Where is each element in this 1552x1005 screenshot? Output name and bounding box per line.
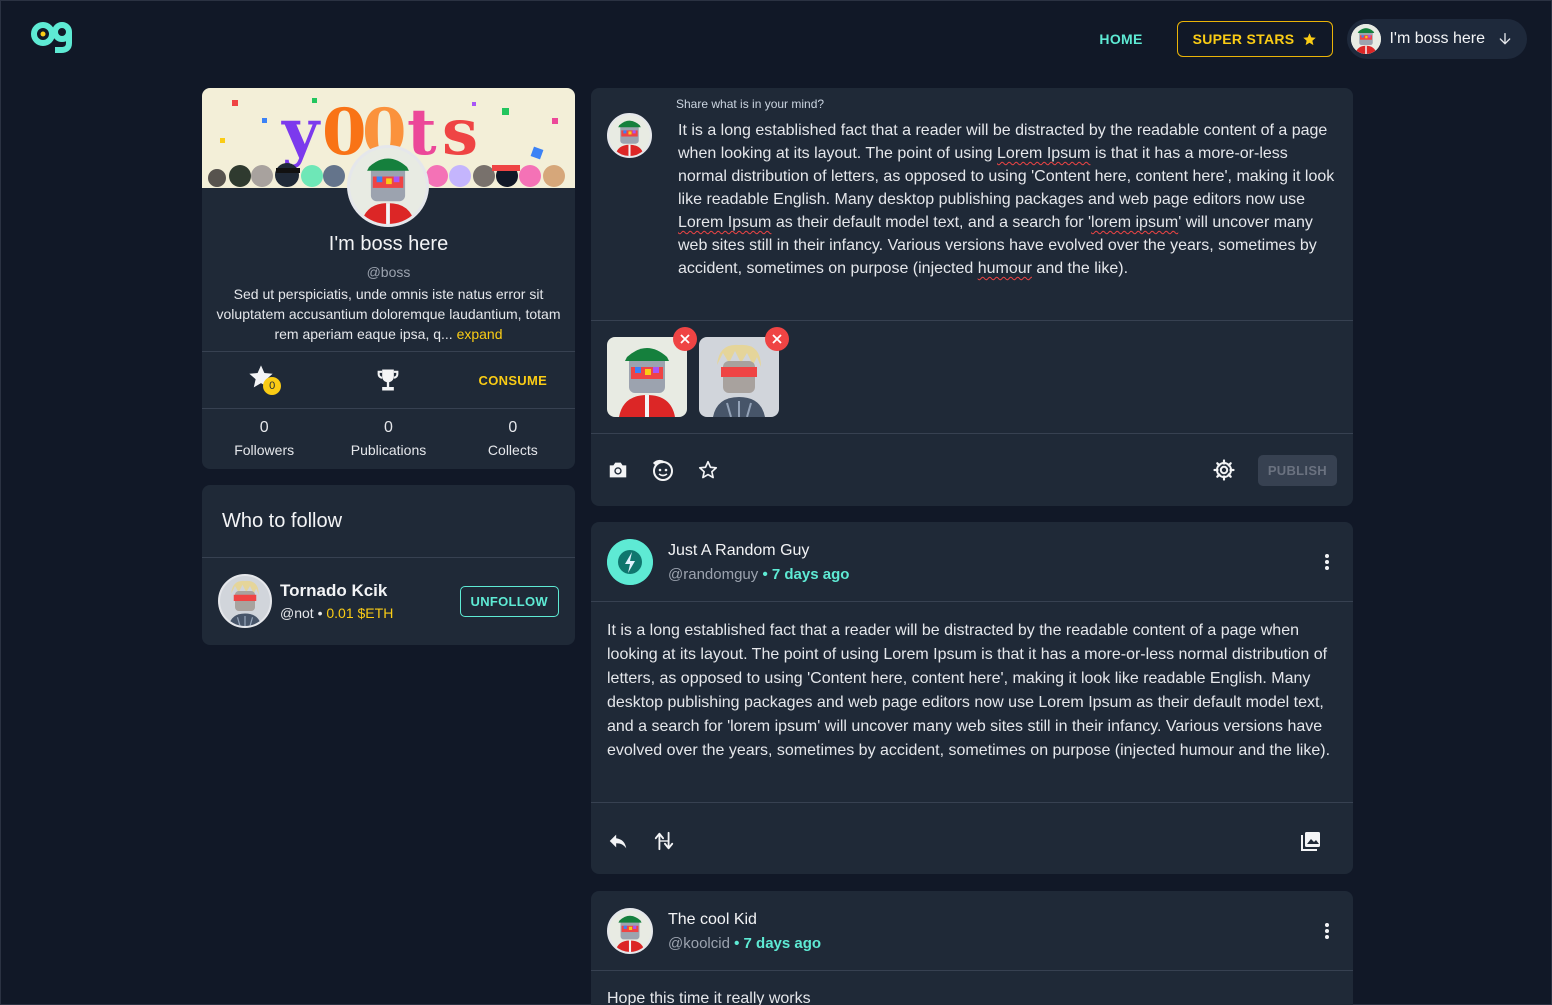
kebab-menu-icon[interactable] — [1317, 552, 1337, 572]
who-to-follow-title: Who to follow — [222, 510, 343, 532]
post-composer: Share what is in your mind? It is a long… — [591, 88, 1353, 506]
nav-home-link[interactable]: HOME — [1099, 31, 1162, 47]
who-to-follow-card: Who to follow Tornado Kcik @not • 0.01 $… — [202, 485, 575, 645]
post-time: • 7 days ago — [734, 934, 822, 952]
stars-button[interactable]: 0 — [202, 363, 326, 397]
post-author-handle: @randomguy — [668, 565, 759, 583]
divider — [591, 433, 1353, 434]
top-nav: HOME SUPER STARS I'm boss here — [1099, 19, 1527, 59]
divider — [202, 557, 575, 558]
user-menu-label: I'm boss here — [1389, 30, 1485, 47]
composer-avatar — [607, 113, 652, 158]
user-avatar — [1351, 24, 1382, 54]
stat-value: 0 — [259, 419, 269, 436]
profile-bio: Sed ut perspiciatis, unde omnis iste nat… — [216, 284, 561, 344]
post-header: The cool Kid @koolcid • 7 days ago — [607, 908, 1337, 954]
composer-text: and the like). — [1031, 260, 1129, 277]
profile-name: I'm boss here — [328, 233, 449, 255]
close-icon — [772, 334, 782, 344]
post-card: Just A Random Guy @randomguy • 7 days ag… — [591, 522, 1353, 874]
profile-card: y 0 0 t s I'm boss here @boss Sed ut per… — [202, 88, 575, 469]
mirror-icon[interactable] — [653, 830, 675, 852]
svg-text:s: s — [442, 95, 478, 170]
attachment-thumb[interactable] — [699, 327, 789, 417]
trophy-button[interactable] — [326, 366, 450, 394]
reply-icon[interactable] — [607, 830, 629, 852]
follow-suggestion: Tornado Kcik @not • 0.01 $ETH UNFOLLOW — [218, 573, 559, 629]
user-menu-button[interactable]: I'm boss here — [1347, 19, 1527, 59]
suggestion-price: 0.01 $ETH — [326, 605, 394, 621]
composer-textarea[interactable]: It is a long established fact that a rea… — [678, 119, 1338, 280]
close-icon — [680, 334, 690, 344]
post-body: It is a long established fact that a rea… — [607, 622, 1331, 759]
expand-link[interactable]: expand — [457, 326, 503, 342]
post-meta: @randomguy • 7 days ago — [668, 566, 849, 583]
stat-followers[interactable]: 0 Followers — [202, 418, 326, 458]
divider — [591, 320, 1353, 321]
composer-label: Share what is in your mind? — [676, 97, 825, 111]
post-time: • 7 days ago — [762, 565, 850, 583]
unfollow-button[interactable]: UNFOLLOW — [459, 585, 559, 617]
stat-publications[interactable]: 0 Publications — [326, 418, 450, 458]
super-stars-button[interactable]: SUPER STARS — [1176, 21, 1334, 57]
og-logo-icon — [31, 22, 72, 53]
post-actions — [607, 825, 1323, 857]
profile-bio-text: Sed ut perspiciatis, unde omnis iste nat… — [216, 286, 561, 342]
remove-attachment-button[interactable] — [673, 327, 697, 351]
trophy-icon — [378, 369, 399, 391]
divider — [202, 408, 575, 409]
suggestion-handle: @not — [280, 605, 314, 621]
divider — [591, 601, 1353, 602]
stat-value: 0 — [508, 419, 518, 436]
super-stars-label: SUPER STARS — [1192, 31, 1295, 47]
post-author-name[interactable]: The cool Kid — [668, 911, 821, 929]
svg-text:y: y — [281, 95, 321, 170]
consume-button[interactable]: CONSUME — [479, 373, 548, 388]
profile-handle: @boss — [366, 264, 411, 280]
kebab-menu-icon[interactable] — [1317, 921, 1337, 941]
misspelled-word: Lorem Ipsum — [678, 214, 772, 231]
misspelled-word: Lorem Ipsum — [997, 145, 1091, 162]
remove-attachment-button[interactable] — [765, 327, 789, 351]
gallery-icon[interactable] — [1299, 829, 1323, 853]
suggestion-avatar[interactable] — [218, 574, 272, 628]
post-author-name[interactable]: Just A Random Guy — [668, 542, 849, 560]
misspelled-word: humour — [977, 260, 1032, 277]
attachment-thumb[interactable] — [607, 327, 697, 417]
arrow-down-icon — [1499, 33, 1511, 45]
divider — [591, 970, 1353, 971]
suggestion-name[interactable]: Tornado Kcik — [280, 581, 393, 601]
stat-label: Publications — [350, 442, 427, 458]
attachment-list — [607, 327, 789, 417]
gear-icon[interactable] — [1212, 458, 1236, 482]
suggestion-meta: @not • 0.01 $ETH — [280, 605, 394, 621]
profile-stats: 0 Followers 0 Publications 0 Collects — [202, 418, 575, 458]
composer-toolbar: PUBLISH — [607, 454, 1337, 486]
post-card: The cool Kid @koolcid • 7 days ago Hope … — [591, 891, 1353, 1005]
profile-avatar[interactable] — [347, 145, 429, 227]
stat-value: 0 — [384, 419, 393, 436]
post-avatar[interactable] — [607, 539, 653, 585]
post-body: Hope this time it really works — [607, 990, 811, 1005]
publish-button[interactable]: PUBLISH — [1257, 454, 1337, 486]
stat-label: Followers — [234, 442, 295, 458]
post-header: Just A Random Guy @randomguy • 7 days ag… — [607, 539, 1337, 585]
lightning-icon — [607, 539, 653, 585]
profile-actions: 0 CONSUME — [202, 352, 575, 408]
emoji-icon[interactable] — [651, 458, 675, 482]
post-meta: @koolcid • 7 days ago — [668, 935, 821, 952]
star-icon — [1303, 32, 1317, 45]
star-outline-icon[interactable] — [697, 459, 719, 481]
post-avatar[interactable] — [607, 908, 653, 954]
app-logo[interactable] — [31, 17, 75, 53]
post-author-handle: @koolcid — [668, 934, 730, 952]
star-count-badge: 0 — [263, 377, 282, 395]
camera-icon[interactable] — [607, 459, 629, 481]
divider — [591, 802, 1353, 803]
misspelled-word: lorem ipsum — [1091, 214, 1179, 231]
stat-collects[interactable]: 0 Collects — [451, 418, 575, 458]
composer-text: as their default model text, and a searc… — [771, 214, 1092, 231]
stat-label: Collects — [487, 442, 538, 458]
